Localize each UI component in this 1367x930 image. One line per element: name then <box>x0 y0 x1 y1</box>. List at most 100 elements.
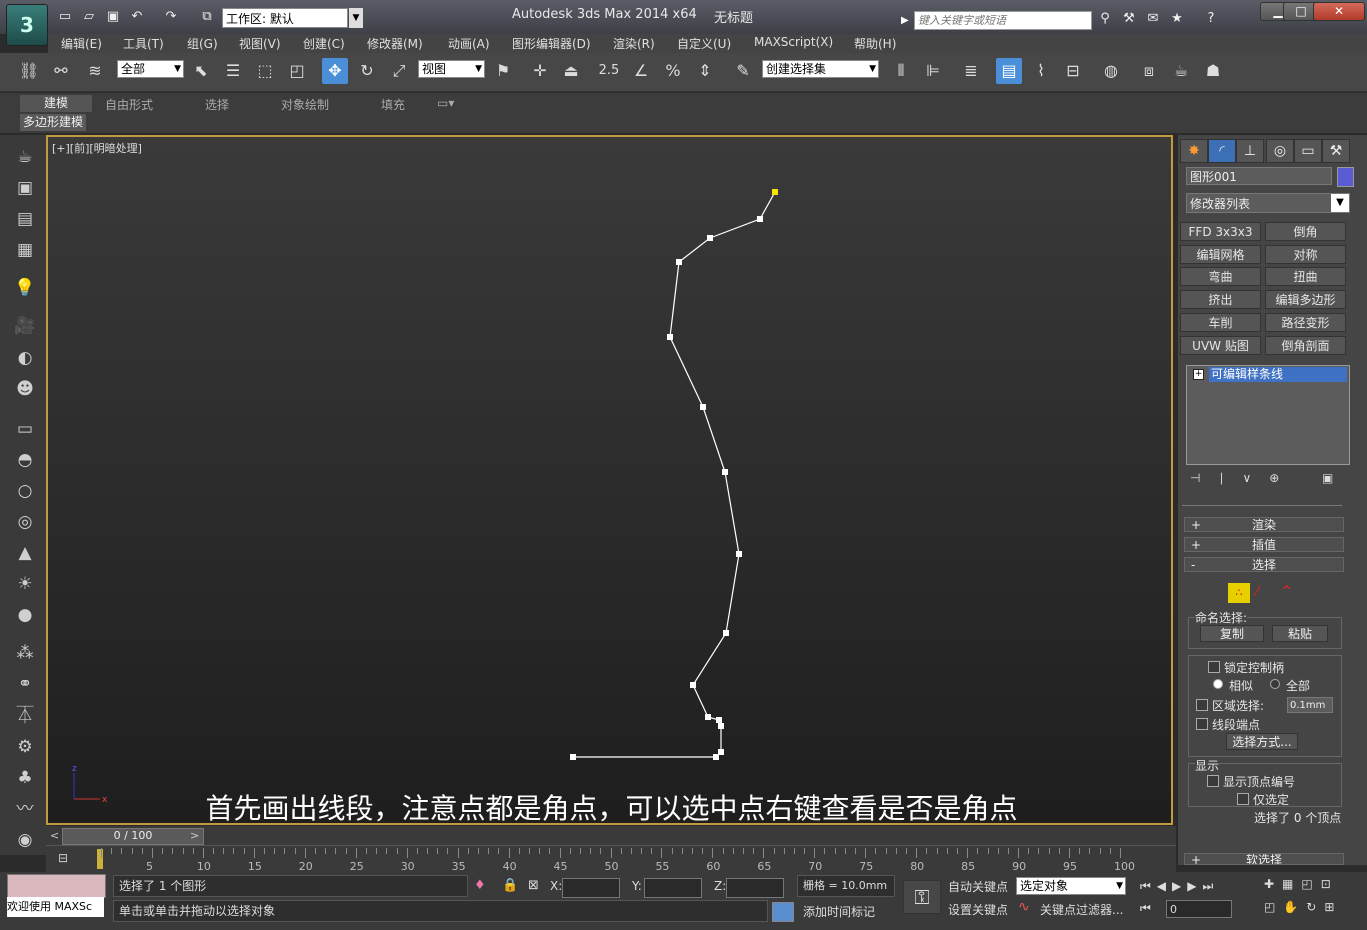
favorites-star-icon[interactable]: ★ <box>1168 11 1186 27</box>
tripod-icon[interactable]: ⏄ <box>13 705 37 727</box>
time-slider-thumb[interactable]: 0 / 100 <box>62 828 204 845</box>
configure-modifier-sets-icon[interactable]: ▣ <box>1322 471 1333 485</box>
named-selection-dropdown[interactable]: 创建选择集 <box>762 60 879 78</box>
ribbon-tab-populate[interactable]: 填充 <box>381 96 405 113</box>
spline-vertex[interactable] <box>705 714 711 720</box>
geosphere-icon[interactable]: ◎ <box>13 511 37 533</box>
current-frame-field[interactable]: 0 <box>1166 900 1232 918</box>
curve-editor-icon[interactable]: ⌇ <box>1028 58 1054 84</box>
project-folder-icon[interactable]: ⧉ <box>198 9 216 25</box>
search-input[interactable]: 键入关键字或短语 <box>914 11 1092 30</box>
time-slider-track[interactable] <box>46 826 1176 845</box>
stack-item-editable-spline[interactable]: 可编辑样条线 <box>1209 367 1347 382</box>
subscription-icon[interactable]: ⚒ <box>1120 11 1138 27</box>
modifier-edit-mesh-button[interactable]: 编辑网格 <box>1180 245 1261 264</box>
selected-only-checkbox[interactable] <box>1237 793 1249 805</box>
modify-tab-icon[interactable]: ◜ <box>1208 139 1236 163</box>
schematic-view-icon[interactable]: ⊟ <box>1060 58 1086 84</box>
hemisphere-icon[interactable]: ◓ <box>13 449 37 471</box>
stack-toolbar-icons[interactable]: ⊣∣∨⊕ <box>1190 471 1297 485</box>
spline-vertex[interactable] <box>667 334 673 340</box>
hair-fur-icon[interactable]: 〰 <box>13 798 37 820</box>
spline-vertex[interactable] <box>718 723 724 729</box>
segment-subobject-icon[interactable]: ⁄ <box>1256 584 1258 600</box>
menu-modifiers[interactable]: 修改器(M) <box>367 35 423 52</box>
copy-button[interactable]: 复制 <box>1200 625 1264 642</box>
menu-edit[interactable]: 编辑(E) <box>61 35 102 52</box>
maxscript-listener-text[interactable]: 欢迎使用 MAXSc <box>7 897 104 917</box>
menu-animation[interactable]: 动画(A) <box>448 35 490 52</box>
time-marker[interactable] <box>97 849 103 869</box>
mirror-icon[interactable]: ⫴ <box>888 58 914 84</box>
plane-icon[interactable]: ▭ <box>13 418 37 440</box>
area-selection-checkbox[interactable] <box>1196 699 1208 711</box>
create-tab-icon[interactable]: ✸ <box>1180 139 1208 163</box>
hierarchy-tab-icon[interactable]: ⊥ <box>1236 139 1264 163</box>
spline-subobject-icon[interactable]: ⌃ <box>1280 582 1293 601</box>
select-by-name-icon[interactable]: ☰ <box>220 58 246 84</box>
ribbon-tab-freeform[interactable]: 自由形式 <box>105 96 153 113</box>
spline-vertex[interactable] <box>716 717 722 723</box>
workspace-dropdown-arrow[interactable]: ▼ <box>349 8 363 28</box>
set-key-button[interactable]: 设置关键点 <box>948 901 1008 918</box>
close-button[interactable]: ✕ <box>1313 2 1365 21</box>
spline-vertex[interactable] <box>707 235 713 241</box>
modifier-list-arrow[interactable]: ▼ <box>1331 194 1349 212</box>
set-key-icon[interactable]: ⚿ <box>903 880 941 914</box>
sphere-icon[interactable]: ○ <box>13 480 37 502</box>
open-file-icon[interactable]: ▱ <box>80 9 98 25</box>
cloth-icon[interactable]: ◉ <box>13 829 37 851</box>
select-and-move-icon[interactable]: ✥ <box>322 58 348 84</box>
cone-icon[interactable]: ▲ <box>13 542 37 564</box>
paste-button[interactable]: 粘贴 <box>1272 625 1328 642</box>
rollout-soft-selection[interactable]: + 软选择 <box>1184 853 1344 865</box>
communication-icon[interactable]: ✉ <box>1144 11 1162 27</box>
spline-vertex[interactable] <box>713 754 719 760</box>
maxscript-listener-mini[interactable] <box>7 874 106 898</box>
teapot-icon[interactable]: ☕ <box>13 146 37 168</box>
rendered-frame-window-icon[interactable]: ☕ <box>1168 58 1194 84</box>
key-mode-icon[interactable]: ⏮ <box>1140 901 1151 916</box>
viewport-nav-controls-bottom[interactable]: ◰✋↻⊞ <box>1264 900 1342 914</box>
absolute-mode-icon[interactable]: ⊠ <box>528 878 539 893</box>
lock-icon[interactable]: 🔒 <box>502 878 518 893</box>
spline-vertex[interactable] <box>570 754 576 760</box>
app-logo-button[interactable]: 3 <box>6 4 48 46</box>
help-icon[interactable]: ? <box>1202 11 1220 27</box>
time-tag-icon[interactable] <box>772 902 794 922</box>
menu-group[interactable]: 组(G) <box>187 35 218 52</box>
percent-snap-icon[interactable]: % <box>660 58 686 84</box>
vertex-subobject-icon[interactable]: ∴ <box>1228 583 1250 603</box>
rectangular-selection-icon[interactable]: ⬚ <box>252 58 278 84</box>
isolate-selection-icon[interactable]: ♦ <box>474 878 486 893</box>
selected-object-dropdown[interactable]: 选定对象 <box>1016 877 1126 895</box>
rollout-rendering[interactable]: + 渲染 <box>1184 517 1344 532</box>
menu-customize[interactable]: 自定义(U) <box>677 35 731 52</box>
modifier-extrude-button[interactable]: 挤出 <box>1180 290 1261 309</box>
rollout-selection[interactable]: - 选择 <box>1184 557 1344 572</box>
modifier-ffd-button[interactable]: FFD 3x3x3 <box>1180 222 1261 241</box>
ribbon-options-icon[interactable]: ▭▾ <box>437 96 454 110</box>
angle-snap-icon[interactable]: ∠ <box>628 58 654 84</box>
search-expand-icon[interactable]: ▶ <box>901 11 913 30</box>
pivot-center-icon[interactable]: ⚑ <box>490 58 516 84</box>
save-file-icon[interactable]: ▣ <box>104 9 122 25</box>
molecule-icon[interactable]: ⚭ <box>13 673 37 695</box>
modifier-bend-button[interactable]: 弯曲 <box>1180 267 1261 286</box>
spinner-snap-icon[interactable]: ⇕ <box>692 58 718 84</box>
spline-canvas[interactable]: z x <box>48 137 1173 825</box>
modifier-symmetry-button[interactable]: 对称 <box>1265 245 1346 264</box>
layer-manager-icon[interactable]: ≣ <box>958 58 984 84</box>
key-filters-button[interactable]: 关键点过滤器... <box>1040 901 1123 918</box>
image-plane-icon[interactable]: ▣ <box>13 177 37 199</box>
show-vertex-numbers-checkbox[interactable] <box>1207 775 1219 787</box>
modifier-uvw-map-button[interactable]: UVW 贴图 <box>1180 336 1261 355</box>
key-curve-icon[interactable]: ∿ <box>1018 899 1030 915</box>
render-production-icon[interactable]: ☗ <box>1200 58 1226 84</box>
modifier-list-dropdown[interactable]: 修改器列表 <box>1186 193 1350 213</box>
modifier-chamfer-button[interactable]: 倒角 <box>1265 222 1346 241</box>
spline-vertex[interactable] <box>700 404 706 410</box>
time-prev-arrow[interactable]: < <box>50 829 59 842</box>
notes-icon[interactable]: ▤ <box>13 208 37 230</box>
viewport-front[interactable]: [+][前][明暗处理] z x 首先画出线段，注意点都是角点，可以选中点右键查… <box>46 135 1173 825</box>
